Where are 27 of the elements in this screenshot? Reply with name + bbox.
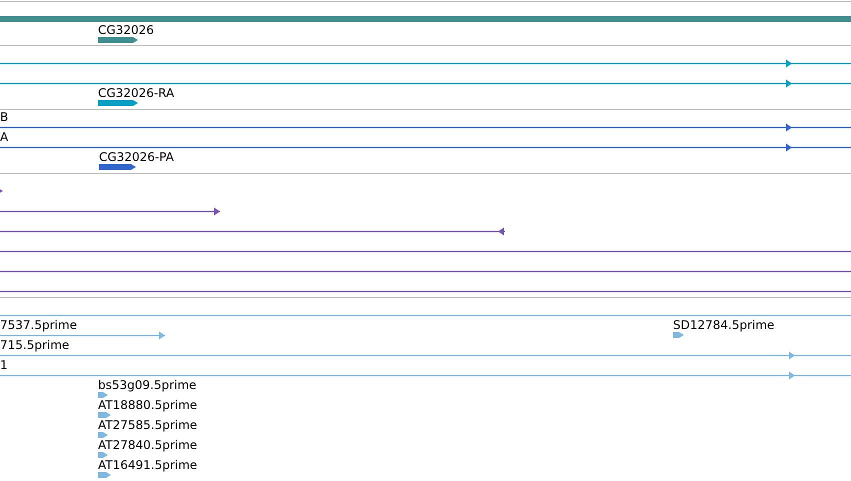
feature-line[interactable] [0,290,851,292]
feature-label: AT16491.5prime [98,458,198,472]
feature-label: CG32026 [98,23,154,37]
feature-label: AT27840.5prime [98,438,198,452]
feature-arrow[interactable] [99,164,136,170]
feature-label: 1 [0,358,8,372]
feature-label: bs53g09.5prime [98,378,196,392]
feature-line[interactable] [0,144,851,152]
feature-line[interactable] [0,208,220,216]
feature-arrow[interactable] [98,100,138,106]
feature-label: 715.5prime [0,338,70,352]
feature-line[interactable] [0,60,851,68]
feature-arrow[interactable] [0,188,3,194]
feature-label: CG32026-RA [98,86,174,100]
feature-label: 7537.5prime [0,318,77,332]
feature-label: AT18880.5prime [98,398,198,412]
feature-line[interactable] [0,228,505,236]
feature-line[interactable] [0,270,851,272]
feature-label: AT27585.5prime [98,418,198,432]
feature-label: B [0,110,8,124]
feature-line[interactable] [0,124,851,132]
feature-line[interactable] [0,250,851,252]
feature-label: A [0,130,8,144]
feature-label: SD12784.5prime [673,318,774,332]
feature-label: CG32026-PA [99,150,174,164]
feature-line[interactable] [0,80,851,88]
feature-arrow[interactable] [98,37,138,43]
